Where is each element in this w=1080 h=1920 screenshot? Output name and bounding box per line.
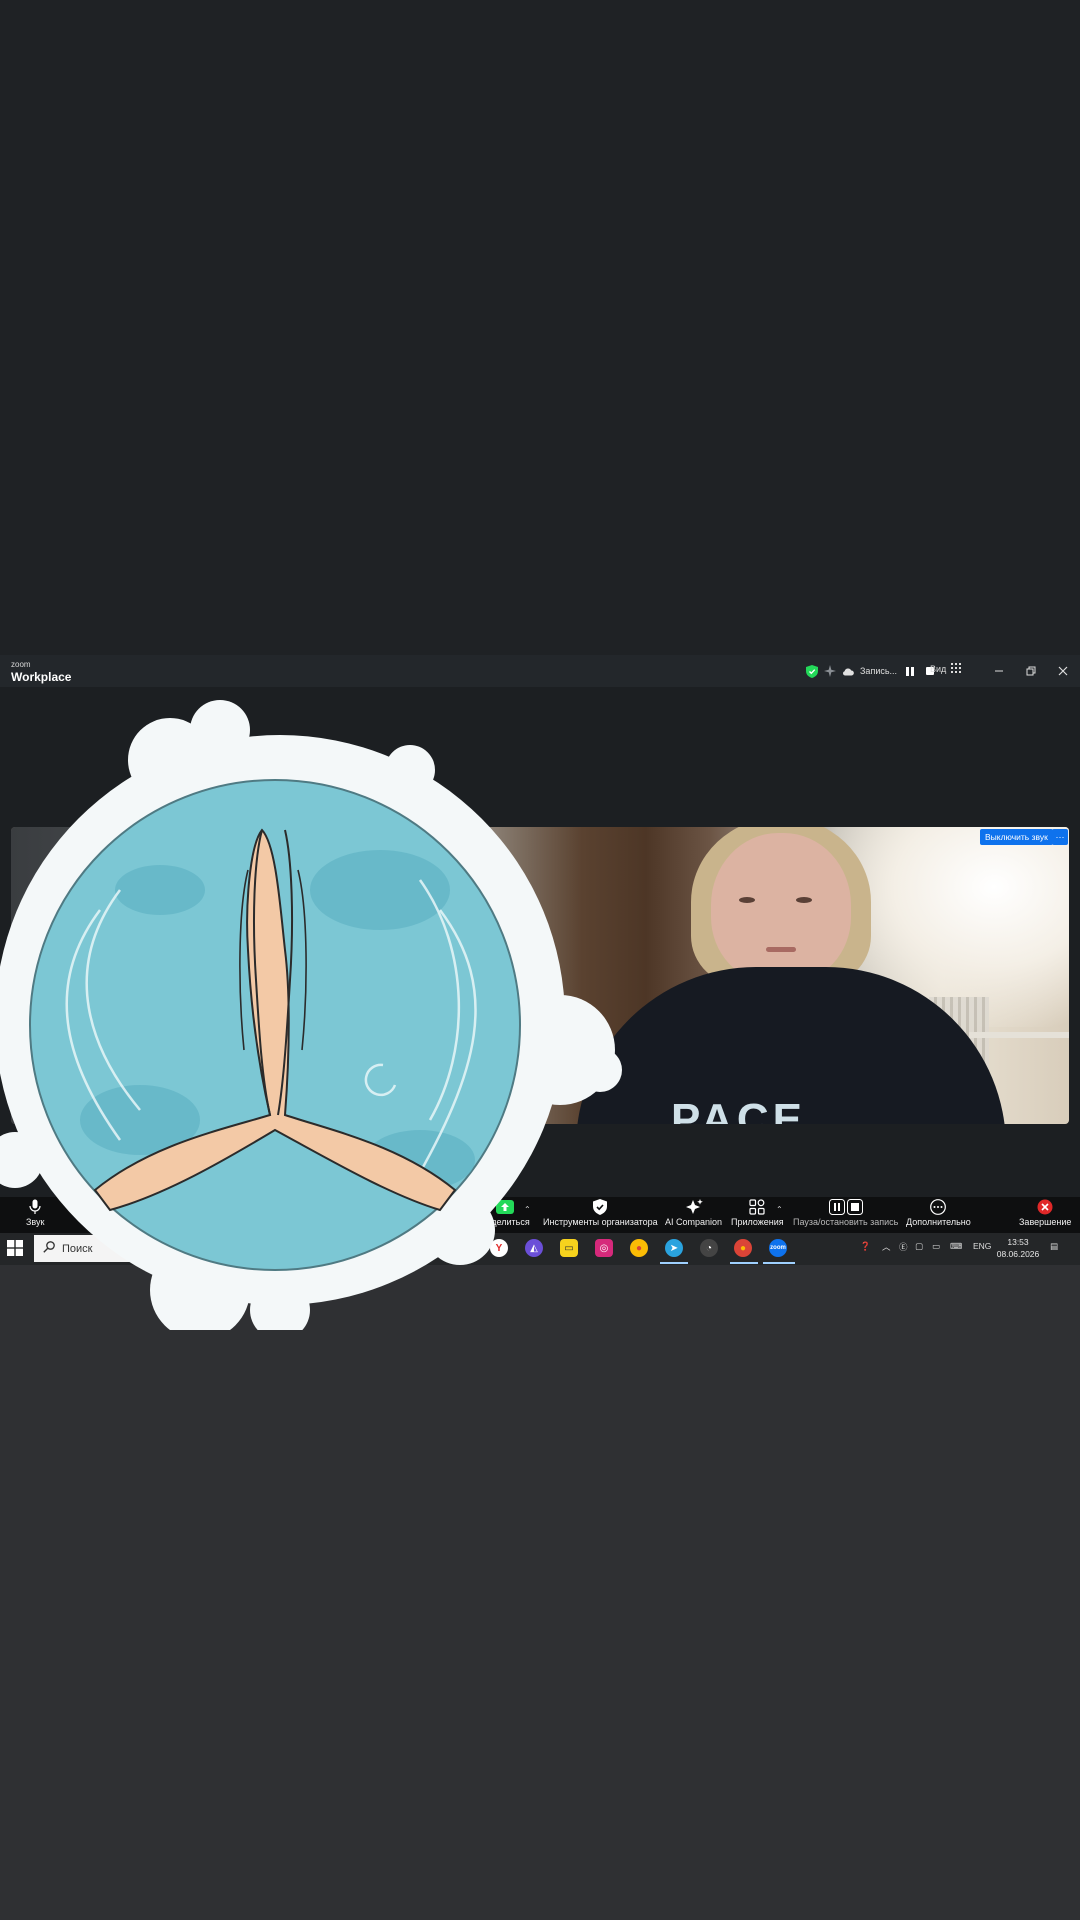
ai-sparkle-icon[interactable] [824,665,836,677]
mute-participant-button[interactable]: Выключить звук [980,829,1053,845]
clock-time: 13:53 [1007,1237,1029,1247]
taskbar-clock[interactable]: 13:53 08.06.2026 [996,1236,1040,1260]
prayer-hands-sticker [0,700,622,1330]
view-label: Вид [930,664,947,674]
end-meeting-button[interactable]: Завершение [1019,1199,1071,1227]
keyboard-icon[interactable]: ⌨ [950,1241,962,1252]
tray-chevron-up-icon[interactable]: ︿ [882,1241,891,1253]
pause-stop-recording-label: Пауза/остановить запись [793,1217,899,1227]
ai-companion-button[interactable]: AI Companion [665,1199,722,1227]
more-ellipsis-icon [930,1199,947,1215]
brand-big: Workplace [11,670,72,684]
participant-more-button[interactable]: ··· [1052,829,1068,845]
pause-recording-icon[interactable] [903,664,917,678]
chrome-profile-app-icon[interactable]: ● [734,1239,752,1257]
bottom-empty-area [0,1265,1080,1920]
participant-mouth [766,947,796,952]
pause-stop-recording-button[interactable]: Пауза/остановить запись [793,1199,898,1227]
restore-button[interactable] [1020,660,1042,682]
zoom-active-indicator [763,1262,795,1264]
ai-companion-sparkle-icon [685,1199,703,1215]
apps-label: Приложения [731,1217,784,1227]
battery-icon[interactable]: ▭ [932,1241,940,1252]
zoom-app-icon[interactable]: zoom [769,1239,787,1257]
end-close-icon [1037,1199,1053,1215]
ime-icon[interactable]: Ⓔ [899,1241,908,1253]
ai-companion-label: AI Companion [665,1217,723,1227]
zoom-brand: zoom Workplace [11,660,72,684]
view-button[interactable]: Вид [930,663,962,675]
apps-icon [749,1199,765,1215]
shirt-print: PACE [671,1095,806,1124]
chrome-active-indicator [730,1262,758,1264]
close-button[interactable] [1052,660,1074,682]
pipe [969,1032,1069,1038]
more-button[interactable]: Дополнительно [906,1199,971,1227]
notifications-icon[interactable]: ▤ [1050,1241,1058,1252]
apps-options-chevron-icon[interactable]: ⌃ [776,1205,783,1214]
cloud-recording-icon [842,667,854,676]
meeting-status: Запись... [800,662,943,680]
help-icon[interactable]: ❓ [860,1241,871,1252]
language-indicator[interactable]: ENG [973,1241,991,1251]
telegram-active-indicator [660,1262,688,1264]
more-label: Дополнительно [906,1217,971,1227]
participant-eye-left [739,897,755,903]
telegram-app-icon[interactable]: ➤ [665,1239,683,1257]
network-icon[interactable]: ▢ [915,1241,923,1252]
encryption-shield-icon[interactable] [806,664,818,678]
brand-small: zoom [11,660,31,669]
title-bar: zoom Workplace Запись... Вид [0,655,1080,687]
pause-stop-recording-icon [828,1199,863,1215]
end-label: Завершение [1019,1217,1072,1227]
clock-date: 08.06.2026 [996,1249,1040,1259]
participant-face [711,833,851,983]
recording-label: Запись... [860,666,898,676]
top-empty-area [0,0,1080,655]
participant-eye-right [796,897,812,903]
grid-icon [951,663,962,675]
minimize-button[interactable] [988,660,1010,682]
browser-alt-app-icon[interactable]: ◔ [700,1239,718,1257]
